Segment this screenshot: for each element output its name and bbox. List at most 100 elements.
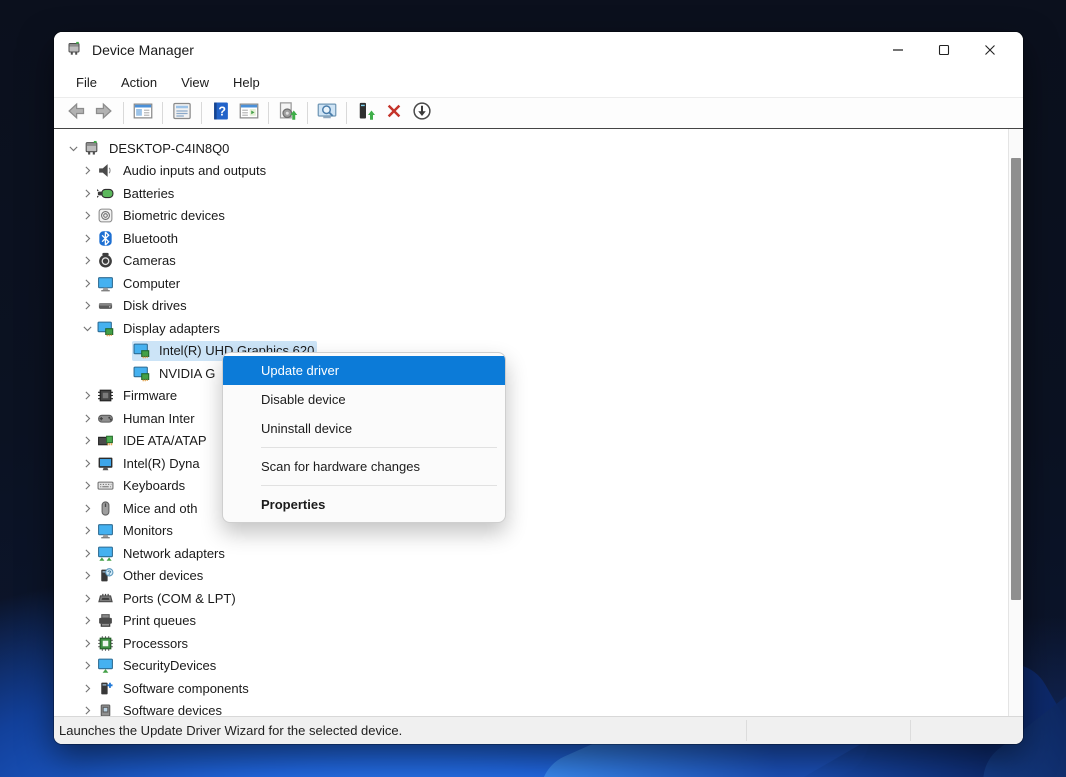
chevron-right-icon[interactable]: [78, 635, 96, 651]
tree-item-nvidia-g[interactable]: NVIDIA G: [54, 362, 1008, 385]
tree-item-body[interactable]: Computer: [96, 273, 183, 293]
chevron-right-icon[interactable]: [78, 590, 96, 606]
tree-item-body[interactable]: SecurityDevices: [96, 656, 219, 676]
menu-action[interactable]: Action: [111, 72, 167, 93]
tree-item-body[interactable]: Mice and oth: [96, 498, 200, 518]
tree-item-body[interactable]: Keyboards: [96, 476, 188, 496]
tree-item-computer[interactable]: Computer: [54, 272, 1008, 295]
chevron-right-icon[interactable]: [78, 613, 96, 629]
tree-item-processors[interactable]: Processors: [54, 632, 1008, 655]
tree-item-human-inter[interactable]: Human Inter: [54, 407, 1008, 430]
toolbar-button-help[interactable]: ?: [207, 100, 235, 126]
tree-item-print-queues[interactable]: Print queues: [54, 610, 1008, 633]
vertical-scrollbar[interactable]: [1008, 129, 1023, 716]
tree-item-ide-ata-atap[interactable]: IDE ATA/ATAP: [54, 430, 1008, 453]
chevron-right-icon[interactable]: [78, 253, 96, 269]
toolbar-button-properties-window[interactable]: [168, 100, 196, 126]
maximize-button[interactable]: [921, 32, 967, 68]
tree-item-audio-inputs-and-outputs[interactable]: Audio inputs and outputs: [54, 160, 1008, 183]
tree-item-body[interactable]: Software devices: [96, 701, 225, 716]
title-bar[interactable]: Device Manager: [54, 32, 1023, 68]
tree-item-ports-com-lpt[interactable]: Ports (COM & LPT): [54, 587, 1008, 610]
tree-item-monitors[interactable]: Monitors: [54, 520, 1008, 543]
toolbar-button-forward[interactable]: [90, 100, 118, 126]
chevron-right-icon[interactable]: [78, 703, 96, 716]
chevron-right-icon[interactable]: [78, 410, 96, 426]
chevron-right-icon[interactable]: [78, 658, 96, 674]
chevron-down-icon[interactable]: [78, 320, 96, 336]
tree-item-body[interactable]: Biometric devices: [96, 206, 228, 226]
tree-item-body[interactable]: Cameras: [96, 251, 179, 271]
chevron-right-icon[interactable]: [78, 500, 96, 516]
chevron-right-icon[interactable]: [78, 455, 96, 471]
toolbar-button-show-console-tree[interactable]: [129, 100, 157, 126]
tree-item-keyboards[interactable]: Keyboards: [54, 475, 1008, 498]
toolbar-button-update-device[interactable]: [352, 100, 380, 126]
tree-item-intel-r-uhd-graphics-620[interactable]: Intel(R) UHD Graphics 620: [54, 340, 1008, 363]
tree-item-body[interactable]: Audio inputs and outputs: [96, 161, 269, 181]
tree-item-network-adapters[interactable]: Network adapters: [54, 542, 1008, 565]
tree-item-body[interactable]: Processors: [96, 633, 191, 653]
toolbar-button-back[interactable]: [62, 100, 90, 126]
tree-item-batteries[interactable]: Batteries: [54, 182, 1008, 205]
context-menu-item-uninstall-device[interactable]: Uninstall device: [223, 414, 505, 443]
tree-item-body[interactable]: IDE ATA/ATAP: [96, 431, 210, 451]
tree-item-disk-drives[interactable]: Disk drives: [54, 295, 1008, 318]
chevron-right-icon[interactable]: [78, 478, 96, 494]
chevron-right-icon[interactable]: [78, 275, 96, 291]
tree-item-body[interactable]: Software components: [96, 678, 252, 698]
chevron-right-icon[interactable]: [78, 568, 96, 584]
toolbar-button-update-driver-page[interactable]: [274, 100, 302, 126]
tree-item-body[interactable]: Human Inter: [96, 408, 198, 428]
menu-view[interactable]: View: [171, 72, 219, 93]
chevron-right-icon[interactable]: [78, 680, 96, 696]
tree-item-body[interactable]: DESKTOP-C4IN8Q0: [82, 138, 232, 158]
tree-item-body[interactable]: Intel(R) Dyna: [96, 453, 203, 473]
toolbar-button-disable-device[interactable]: [408, 100, 436, 126]
tree-item-body[interactable]: Monitors: [96, 521, 176, 541]
menu-help[interactable]: Help: [223, 72, 270, 93]
tree-item-desktop-c4in8q0[interactable]: DESKTOP-C4IN8Q0: [54, 137, 1008, 160]
tree-item-display-adapters[interactable]: Display adapters: [54, 317, 1008, 340]
chevron-right-icon[interactable]: [78, 545, 96, 561]
chevron-right-icon[interactable]: [78, 163, 96, 179]
chevron-right-icon[interactable]: [78, 185, 96, 201]
chevron-right-icon[interactable]: [78, 388, 96, 404]
chevron-right-icon[interactable]: [78, 298, 96, 314]
tree-item-mice-and-oth[interactable]: Mice and oth: [54, 497, 1008, 520]
tree-item-body[interactable]: Network adapters: [96, 543, 228, 563]
context-menu-item-update-driver[interactable]: Update driver: [223, 356, 505, 385]
close-button[interactable]: [967, 32, 1013, 68]
tree-item-biometric-devices[interactable]: Biometric devices: [54, 205, 1008, 228]
scrollbar-thumb[interactable]: [1011, 158, 1021, 600]
context-menu-item-properties[interactable]: Properties: [223, 490, 505, 519]
tree-item-intel-r-dyna[interactable]: Intel(R) Dyna: [54, 452, 1008, 475]
tree-item-body[interactable]: Disk drives: [96, 296, 190, 316]
toolbar-button-action-pane[interactable]: [235, 100, 263, 126]
tree-item-body[interactable]: Display adapters: [96, 318, 223, 338]
context-menu-item-disable-device[interactable]: Disable device: [223, 385, 505, 414]
tree-item-other-devices[interactable]: ? Other devices: [54, 565, 1008, 588]
tree-item-body[interactable]: Print queues: [96, 611, 199, 631]
chevron-right-icon[interactable]: [78, 230, 96, 246]
chevron-right-icon[interactable]: [78, 433, 96, 449]
menu-file[interactable]: File: [66, 72, 107, 93]
chevron-right-icon[interactable]: [78, 208, 96, 224]
tree-item-body[interactable]: Batteries: [96, 183, 177, 203]
tree-item-body[interactable]: NVIDIA G: [132, 363, 218, 383]
tree-item-cameras[interactable]: Cameras: [54, 250, 1008, 273]
tree-item-body[interactable]: Ports (COM & LPT): [96, 588, 239, 608]
toolbar-button-uninstall-device[interactable]: [380, 100, 408, 126]
chevron-right-icon[interactable]: [78, 523, 96, 539]
context-menu-item-scan-for-hardware-changes[interactable]: Scan for hardware changes: [223, 452, 505, 481]
tree-item-body[interactable]: Firmware: [96, 386, 180, 406]
toolbar-button-scan-hardware[interactable]: [313, 100, 341, 126]
tree-item-securitydevices[interactable]: SecurityDevices: [54, 655, 1008, 678]
tree-item-body[interactable]: Bluetooth: [96, 228, 181, 248]
minimize-button[interactable]: [875, 32, 921, 68]
tree-item-body[interactable]: ? Other devices: [96, 566, 206, 586]
tree-item-firmware[interactable]: Firmware: [54, 385, 1008, 408]
tree-item-software-components[interactable]: Software components: [54, 677, 1008, 700]
chevron-down-icon[interactable]: [64, 140, 82, 156]
tree-item-software-devices[interactable]: Software devices: [54, 700, 1008, 716]
